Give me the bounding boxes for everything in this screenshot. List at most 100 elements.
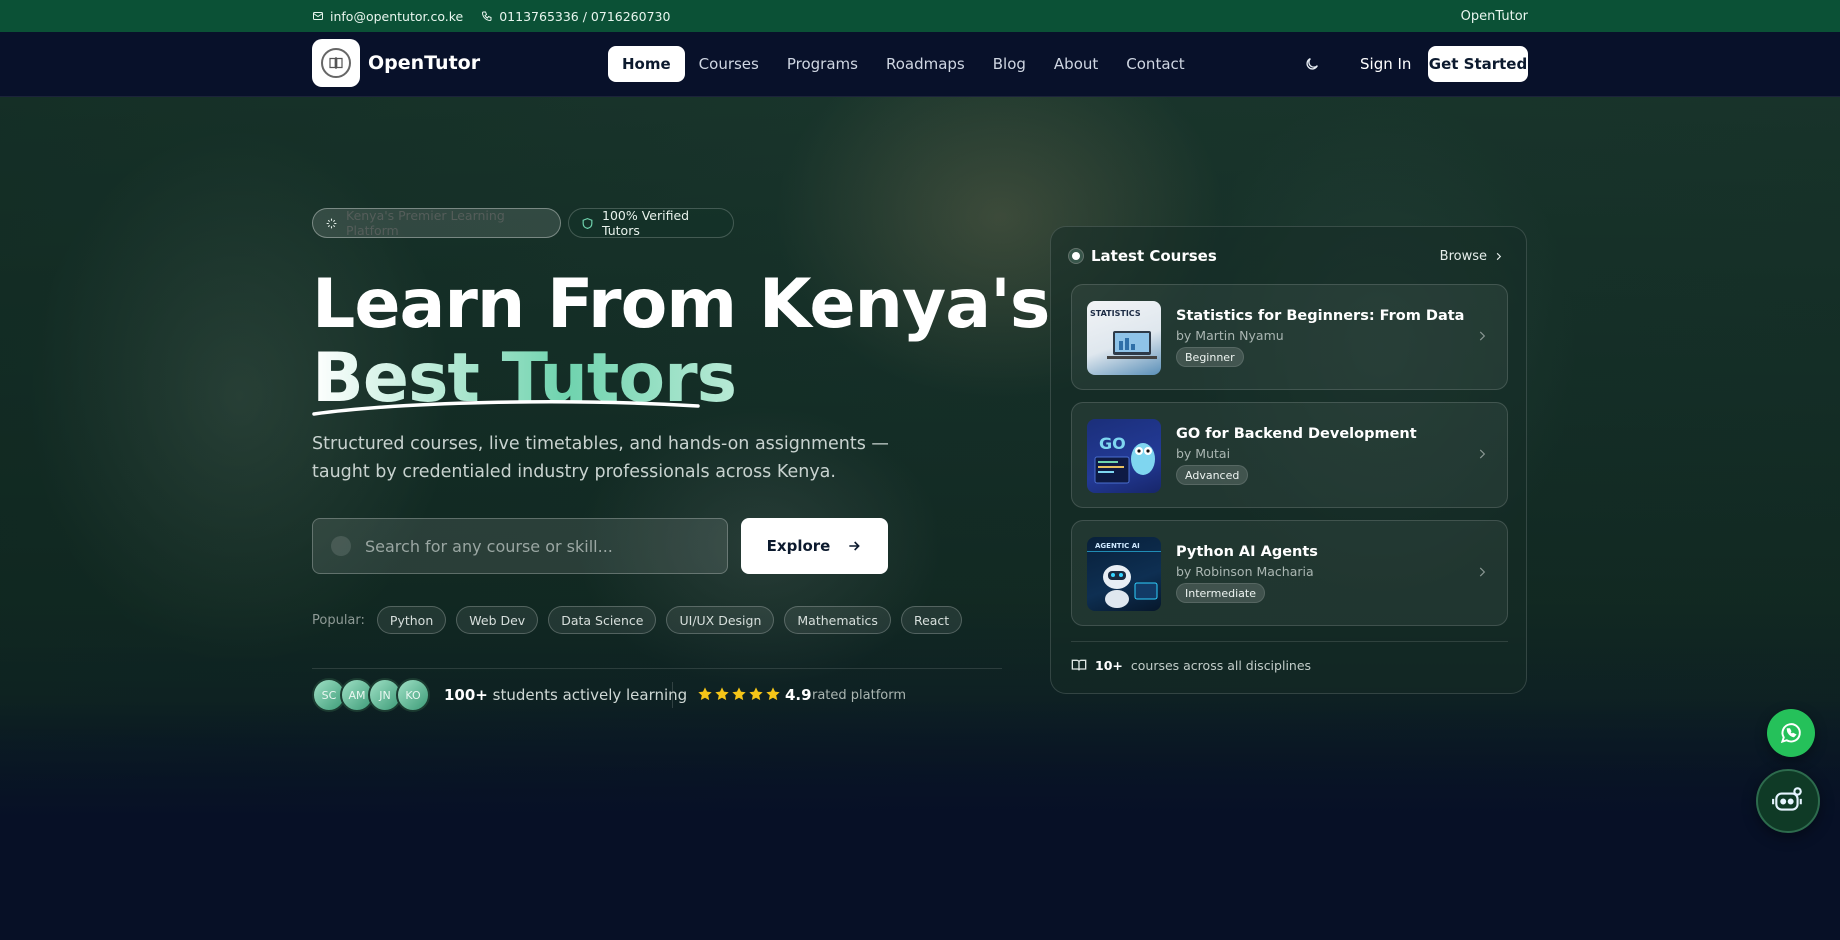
verified-badge-text: 100% Verified Tutors [602,208,690,238]
contact-email[interactable]: info@opentutor.co.ke [312,9,463,24]
rating-stars [697,686,781,702]
course-level-badge: Beginner [1176,347,1244,367]
popular-tag-data-science[interactable]: Data Science [548,606,657,634]
chevron-right-icon [1479,449,1486,459]
course-thumbnail-go: GO [1087,419,1161,493]
popular-label: Popular: [312,612,365,628]
nav-links: Home Courses Programs Roadmaps Blog Abou… [608,46,1199,82]
logo-emblem-icon [321,48,351,78]
course-card-statistics[interactable]: STATISTICS Statistics for Beginners: Fro… [1071,284,1508,390]
phone-icon [482,11,492,22]
latest-courses-panel: Latest Courses Browse STATISTICS Statist… [1050,226,1527,694]
students-stat: 100+ students actively learning [444,686,687,704]
contact-email-text: info@opentutor.co.ke [330,8,464,24]
search-input[interactable] [365,536,705,556]
student-avatars: SC AM JN KO [312,678,430,712]
nav-link-courses[interactable]: Courses [685,46,773,82]
hero-bottom-fade [0,700,1840,820]
course-thumbnail-statistics: STATISTICS [1087,301,1161,375]
popular-tag-ui-ux[interactable]: UI/UX Design [666,606,775,634]
thumb-text: STATISTICS [1090,309,1141,318]
thumb-text: GO [1099,434,1126,453]
sparkle-icon [326,218,337,228]
main-navbar: OpenTutor Home Courses Programs Roadmaps… [0,32,1840,97]
students-text: students actively learning [492,686,688,704]
star-icon [715,687,729,701]
browse-courses-link[interactable]: Browse [1440,249,1504,264]
course-card-go-backend[interactable]: GO GO for Backend Development by Mutai A… [1071,402,1508,508]
chevron-right-icon [1479,567,1486,577]
get-started-button[interactable]: Get Started [1428,46,1528,82]
arrow-right-icon [849,541,861,551]
nav-link-contact[interactable]: Contact [1112,46,1198,82]
nav-link-blog[interactable]: Blog [979,46,1040,82]
explore-button[interactable]: Explore [741,518,888,574]
courses-count-text: courses across all disciplines [1130,657,1312,673]
latest-courses-header: Latest Courses [1069,247,1217,265]
chevron-right-icon [1479,331,1486,341]
chevron-right-icon [1496,252,1502,261]
popular-tags: Popular: Python Web Dev Data Science UI/… [312,606,963,634]
course-card-python-ai-agents[interactable]: AGENTIC AI Python AI Agents by Robinson … [1071,520,1508,626]
topbar-brand: OpenTutor [1460,8,1528,24]
star-icon [698,687,712,701]
course-title: Statistics for Beginners: From Data to I… [1176,308,1466,324]
course-author: by Robinson Macharia [1176,564,1314,579]
course-author: by Martin Nyamu [1176,328,1284,343]
premier-platform-badge: Kenya's Premier Learning Platform [312,208,561,238]
headline-underline-swoosh [312,400,700,416]
star-icon [732,687,746,701]
star-icon [766,687,780,701]
site-logo-text[interactable]: OpenTutor [368,52,480,74]
ai-assistant-button[interactable] [1756,769,1820,833]
explore-button-label: Explore [766,537,831,555]
theme-toggle-button[interactable] [1300,52,1324,76]
premier-badge-text: Kenya's Premier Learning Platform [346,208,505,238]
contact-phone[interactable]: 0113765336 / 0716260730 [481,9,670,24]
nav-link-home[interactable]: Home [608,46,685,82]
panel-divider [1071,641,1508,642]
courses-count-footer: 10+ courses across all disciplines [1071,657,1311,673]
rating-value: 4.9 [785,686,812,704]
avatar: KO [396,678,430,712]
course-search[interactable] [312,518,728,574]
stats-divider [312,668,1002,669]
nav-link-about[interactable]: About [1040,46,1112,82]
popular-tag-python[interactable]: Python [376,606,447,634]
course-author: by Mutai [1176,446,1231,461]
thumb-text: AGENTIC AI [1095,542,1140,550]
latest-courses-title: Latest Courses [1091,247,1217,265]
star-icon [749,687,763,701]
sign-in-link[interactable]: Sign In [1346,46,1425,82]
top-contact-bar: info@opentutor.co.ke 0113765336 / 071626… [0,0,1840,32]
hero-headline: Learn From Kenya's Best Tutors [312,265,1050,416]
chatbot-icon [1772,787,1802,811]
book-icon [1071,659,1087,671]
rating-text: rated platform [812,688,907,703]
site-logo[interactable] [312,39,360,87]
moon-icon [1306,58,1318,70]
popular-tag-mathematics[interactable]: Mathematics [784,606,891,634]
search-icon [331,536,351,556]
mail-icon [313,12,323,20]
verified-tutors-badge: 100% Verified Tutors [568,208,734,238]
headline-line-1: Learn From Kenya's [312,265,1050,344]
subtitle-line-2: taught by credentialed industry professi… [312,462,836,482]
stats-vertical-divider [672,682,673,708]
students-count: 100+ [444,686,488,704]
nav-link-roadmaps[interactable]: Roadmaps [872,46,979,82]
course-title: Python AI Agents [1176,544,1318,560]
live-dot-icon [1069,249,1083,263]
subtitle-line-1: Structured courses, live timetables, and… [312,434,889,454]
course-level-badge: Intermediate [1176,583,1265,603]
course-level-badge: Advanced [1176,465,1249,485]
nav-link-programs[interactable]: Programs [773,46,872,82]
popular-tag-react[interactable]: React [900,606,963,634]
whatsapp-icon [1780,723,1801,744]
contact-phone-text: 0113765336 / 0716260730 [499,8,671,24]
popular-tag-web-dev[interactable]: Web Dev [456,606,539,634]
course-thumbnail-python-ai: AGENTIC AI [1087,537,1161,611]
course-title: GO for Backend Development [1176,426,1417,442]
whatsapp-chat-button[interactable] [1767,709,1815,757]
browse-label: Browse [1439,249,1487,264]
